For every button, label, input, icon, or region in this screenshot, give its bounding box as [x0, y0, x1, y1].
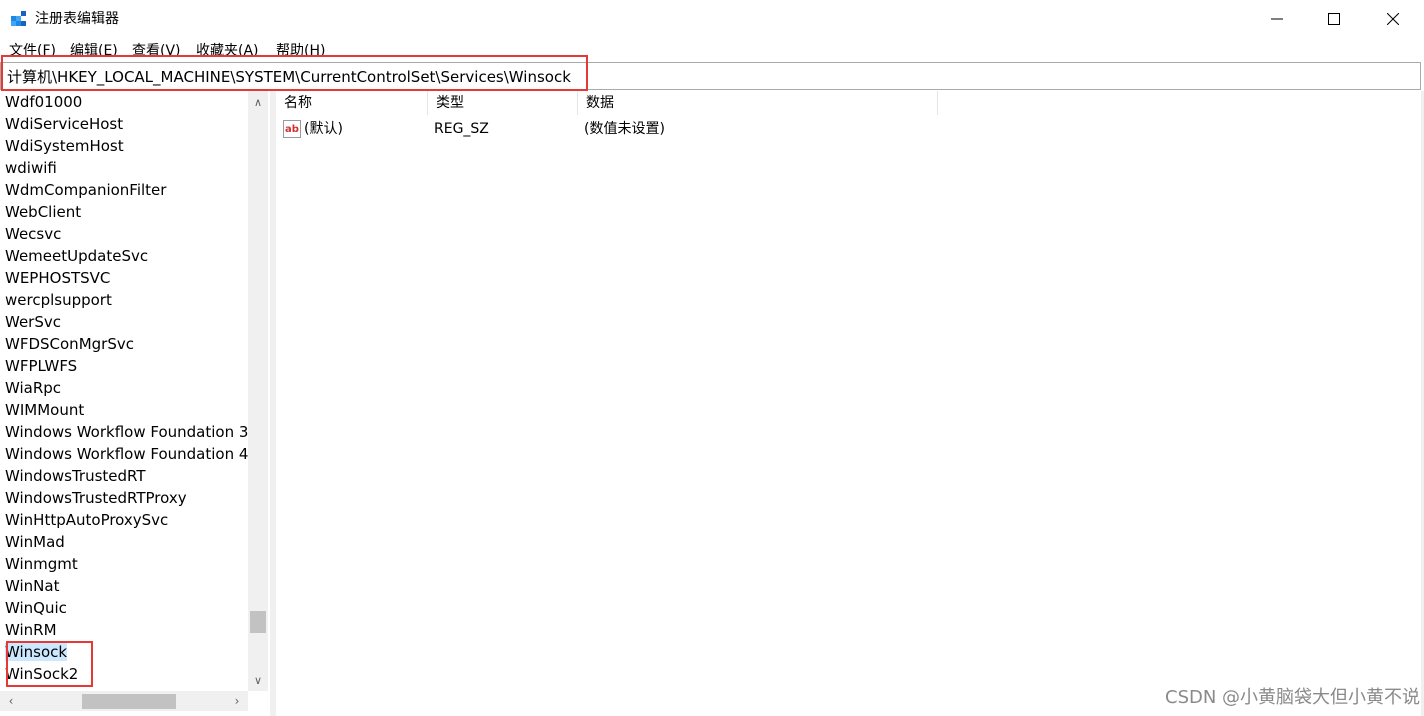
- close-button[interactable]: [1364, 0, 1422, 38]
- tree-item[interactable]: Wecsvc: [5, 223, 250, 245]
- tree-item[interactable]: WdiSystemHost: [5, 135, 250, 157]
- maximize-icon: [1328, 13, 1340, 25]
- tree-item[interactable]: WemeetUpdateSvc: [5, 245, 250, 267]
- close-icon: [1387, 13, 1399, 25]
- tree-item-label: Winmgmt: [5, 555, 78, 573]
- tree-item-label: WemeetUpdateSvc: [5, 247, 149, 265]
- maximize-button[interactable]: [1305, 0, 1363, 38]
- tree-item-label: WinNat: [5, 577, 60, 595]
- tree-item[interactable]: wdiwifi: [5, 157, 250, 179]
- scroll-down-icon[interactable]: ∨: [248, 671, 268, 689]
- tree-item[interactable]: WIMMount: [5, 399, 250, 421]
- tree-hscroll-thumb[interactable]: [82, 694, 176, 709]
- column-header-data[interactable]: 数据: [578, 91, 938, 115]
- tree-item-label: Windows Workflow Foundation 3.: [5, 423, 250, 441]
- scroll-right-icon[interactable]: ›: [228, 691, 246, 711]
- tree-item[interactable]: WiaRpc: [5, 377, 250, 399]
- tree-item[interactable]: WFPLWFS: [5, 355, 250, 377]
- tree-item-label: Wdf01000: [5, 93, 83, 111]
- menu-view[interactable]: 查看(V): [132, 41, 181, 61]
- tree-item-label: WFPLWFS: [5, 357, 78, 375]
- tree-item[interactable]: Wdf01000: [5, 91, 250, 113]
- column-header-type[interactable]: 类型: [428, 91, 578, 115]
- svg-text:ab: ab: [285, 124, 299, 135]
- tree-item[interactable]: WinHttpAutoProxySvc: [5, 509, 250, 531]
- address-bar[interactable]: 计算机\HKEY_LOCAL_MACHINE\SYSTEM\CurrentCon…: [0, 62, 1421, 90]
- menu-help[interactable]: 帮助(H): [276, 41, 325, 61]
- value-type: REG_SZ: [434, 121, 489, 137]
- tree-item-label: Winsock: [5, 643, 68, 661]
- minimize-icon: [1271, 18, 1283, 20]
- window-title: 注册表编辑器: [35, 11, 119, 27]
- tree-item-label: Wecsvc: [5, 225, 62, 243]
- watermark: CSDN @小黄脑袋大但小黄不说: [1165, 687, 1421, 708]
- tree-item[interactable]: WinMad: [5, 531, 250, 553]
- string-value-icon: ab: [283, 120, 301, 138]
- tree-item[interactable]: WindowsTrustedRTProxy: [5, 487, 250, 509]
- tree-item[interactable]: WerSvc: [5, 311, 250, 333]
- tree-item-label: WebClient: [5, 203, 82, 221]
- tree-item-label: WiaRpc: [5, 379, 62, 397]
- tree-item-label: WFDSConMgrSvc: [5, 335, 134, 353]
- tree-item[interactable]: WdiServiceHost: [5, 113, 250, 135]
- address-path[interactable]: 计算机\HKEY_LOCAL_MACHINE\SYSTEM\CurrentCon…: [7, 67, 571, 87]
- menu-file[interactable]: 文件(F): [9, 41, 56, 61]
- tree-item[interactable]: WebClient: [5, 201, 250, 223]
- tree-scroll-thumb[interactable]: [250, 611, 266, 633]
- tree-item-label: WdiSystemHost: [5, 137, 124, 155]
- tree-item[interactable]: wercplsupport: [5, 289, 250, 311]
- scroll-up-icon[interactable]: ∧: [248, 93, 268, 111]
- tree-item-label: wdiwifi: [5, 159, 57, 177]
- tree-horizontal-scrollbar[interactable]: ‹ ›: [0, 691, 248, 711]
- title-bar: 注册表编辑器: [0, 0, 1424, 38]
- registry-key-tree: Wdf01000 WdiServiceHost WdiSystemHost wdiwi…: [0, 91, 271, 716]
- tree-item-label: Windows Workflow Foundation 4.: [5, 445, 250, 463]
- column-header-name[interactable]: 名称: [276, 91, 428, 115]
- tree-item[interactable]: WdmCompanionFilter: [5, 179, 250, 201]
- tree-item[interactable]: WFDSConMgrSvc: [5, 333, 250, 355]
- tree-item-label: WinRM: [5, 621, 57, 639]
- tree-item-label: WinQuic: [5, 599, 67, 617]
- tree-item[interactable]: WinQuic: [5, 597, 250, 619]
- menu-favorites[interactable]: 收藏夹(A): [196, 41, 259, 61]
- tree-item[interactable]: Windows Workflow Foundation 3.: [5, 421, 250, 443]
- tree-item[interactable]: WindowsTrustedRT: [5, 465, 250, 487]
- menu-bar: 文件(F) 编辑(E) 查看(V) 收藏夹(A) 帮助(H): [0, 40, 1424, 62]
- tree-item-label: wercplsupport: [5, 291, 112, 309]
- tree-item-label: WinHttpAutoProxySvc: [5, 511, 169, 529]
- tree-vertical-scrollbar[interactable]: ∧ ∨: [248, 91, 268, 691]
- value-row[interactable]: ab (默认) REG_SZ (数值未设置): [276, 117, 1176, 141]
- tree-item-label: WerSvc: [5, 313, 61, 331]
- tree-item[interactable]: Winmgmt: [5, 553, 250, 575]
- tree-item-label: WdmCompanionFilter: [5, 181, 167, 199]
- tree-item-label: WEPHOSTSVC: [5, 269, 111, 287]
- tree-item-label: WdiServiceHost: [5, 115, 124, 133]
- tree-item[interactable]: WEPHOSTSVC: [5, 267, 250, 289]
- tree-item-label: WindowsTrustedRTProxy: [5, 489, 187, 507]
- tree-item[interactable]: WinRM: [5, 619, 250, 641]
- registry-editor-app-icon: [11, 11, 26, 26]
- tree-item[interactable]: WinNat: [5, 575, 250, 597]
- tree-item[interactable]: Winsock: [5, 641, 250, 663]
- minimize-button[interactable]: [1248, 0, 1306, 38]
- tree-key-list: Wdf01000 WdiServiceHost WdiSystemHost wdiwi…: [5, 91, 250, 685]
- tree-item-label: WinMad: [5, 533, 65, 551]
- tree-item-label: WIMMount: [5, 401, 85, 419]
- menu-edit[interactable]: 编辑(E): [70, 41, 118, 61]
- scroll-left-icon[interactable]: ‹: [2, 691, 20, 711]
- tree-item[interactable]: Windows Workflow Foundation 4.: [5, 443, 250, 465]
- tree-item-label: WinSock2: [5, 665, 79, 683]
- value-name: (默认): [304, 121, 343, 137]
- tree-item-label: WindowsTrustedRT: [5, 467, 146, 485]
- value-data: (数值未设置): [584, 121, 665, 137]
- values-pane: 名称 类型 数据 ab (默认) REG_SZ (数值未设置): [276, 91, 1421, 716]
- tree-item[interactable]: WinSock2: [5, 663, 250, 685]
